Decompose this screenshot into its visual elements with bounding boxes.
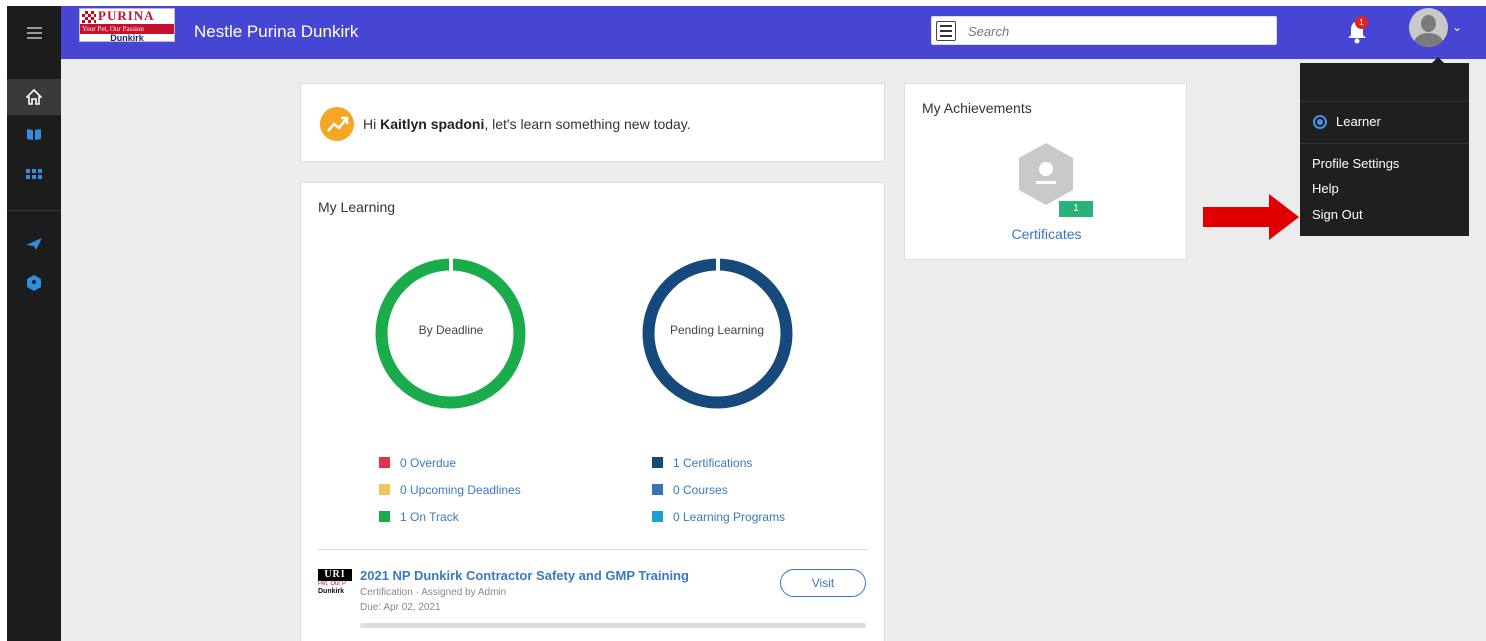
search-filter-icon[interactable] <box>936 21 956 41</box>
legend-learning-programs[interactable]: 0 Learning Programs <box>652 503 785 530</box>
divider <box>318 549 868 550</box>
top-bar: PURINA Your Pet, Our Passion Dunkirk Nes… <box>7 6 1486 59</box>
deadline-legend: 0 Overdue 0 Upcoming Deadlines 1 On Trac… <box>379 449 521 530</box>
annotation-arrow-icon <box>1203 194 1299 240</box>
app-title: Nestle Purina Dunkirk <box>194 22 359 41</box>
sidebar-item-badges[interactable] <box>7 265 61 301</box>
send-icon <box>26 238 42 250</box>
search-bar <box>931 16 1277 45</box>
chevron-down-icon[interactable]: ⌄ <box>1452 20 1462 34</box>
notifications-button[interactable]: 1 <box>1346 16 1368 45</box>
course-due-date: Due: Apr 02, 2021 <box>360 602 441 613</box>
course-progress-bar <box>360 623 866 628</box>
course-thumbnail[interactable]: URI Pet, Our P Dunkirk <box>318 569 352 599</box>
my-learning-card: My Learning By Deadline Pending Learning… <box>300 182 885 641</box>
book-icon <box>27 129 41 140</box>
course-meta: Certification · Assigned by Admin <box>360 587 507 598</box>
logo-location: Dunkirk <box>110 33 144 43</box>
course-title-link[interactable]: 2021 NP Dunkirk Contractor Safety and GM… <box>360 568 689 583</box>
pending-chart-label: Pending Learning <box>669 323 765 337</box>
search-input[interactable] <box>968 21 1268 41</box>
logo-brand: PURINA <box>98 8 155 23</box>
sidebar-item-catalog[interactable] <box>7 157 61 193</box>
legend-certifications[interactable]: 1 Certifications <box>652 449 785 476</box>
grid-icon <box>26 169 42 179</box>
legend-upcoming[interactable]: 0 Upcoming Deadlines <box>379 476 521 503</box>
main-content: Hi Kaitlyn spadoni, let's learn somethin… <box>61 59 1486 641</box>
home-icon <box>26 89 42 105</box>
hexagon-icon <box>27 275 41 291</box>
deadline-chart-label: By Deadline <box>418 323 484 337</box>
menu-item-profile-settings[interactable]: Profile Settings <box>1312 156 1399 171</box>
notification-badge: 1 <box>1355 16 1368 29</box>
certificate-badge-icon <box>1019 143 1073 205</box>
legend-on-track[interactable]: 1 On Track <box>379 503 521 530</box>
avatar[interactable] <box>1409 8 1448 47</box>
sidebar-divider <box>7 210 61 211</box>
purina-logo[interactable]: PURINA Your Pet, Our Passion Dunkirk <box>79 8 175 43</box>
legend-overdue[interactable]: 0 Overdue <box>379 449 521 476</box>
achievements-title: My Achievements <box>922 100 1032 116</box>
certificates-link[interactable]: Certificates <box>905 226 1188 242</box>
certificate-count-badge: 1 <box>1059 201 1093 217</box>
role-option-learner[interactable]: Learner <box>1313 114 1381 129</box>
achievements-card: My Achievements 1 Certificates <box>904 83 1187 260</box>
sidebar <box>7 59 61 641</box>
visit-button[interactable]: Visit <box>780 569 866 597</box>
sidebar-item-library[interactable] <box>7 116 61 152</box>
checkerboard-icon <box>82 10 96 23</box>
welcome-card: Hi Kaitlyn spadoni, let's learn somethin… <box>300 83 885 162</box>
hamburger-icon <box>26 24 42 42</box>
menu-item-help[interactable]: Help <box>1312 181 1339 196</box>
radio-selected-icon <box>1313 114 1327 129</box>
sidebar-item-home[interactable] <box>7 79 61 115</box>
my-learning-title: My Learning <box>318 199 396 215</box>
pending-legend: 1 Certifications 0 Courses 0 Learning Pr… <box>652 449 785 530</box>
sidebar-item-send[interactable] <box>7 226 61 262</box>
trend-icon <box>320 107 354 141</box>
menu-button[interactable] <box>7 6 61 59</box>
menu-item-sign-out[interactable]: Sign Out <box>1312 207 1363 222</box>
user-menu-dropdown: Learner Profile Settings Help Sign Out <box>1300 63 1469 236</box>
legend-courses[interactable]: 0 Courses <box>652 476 785 503</box>
welcome-message: Hi Kaitlyn spadoni, let's learn somethin… <box>363 116 691 132</box>
user-name: Kaitlyn spadoni <box>380 116 485 132</box>
